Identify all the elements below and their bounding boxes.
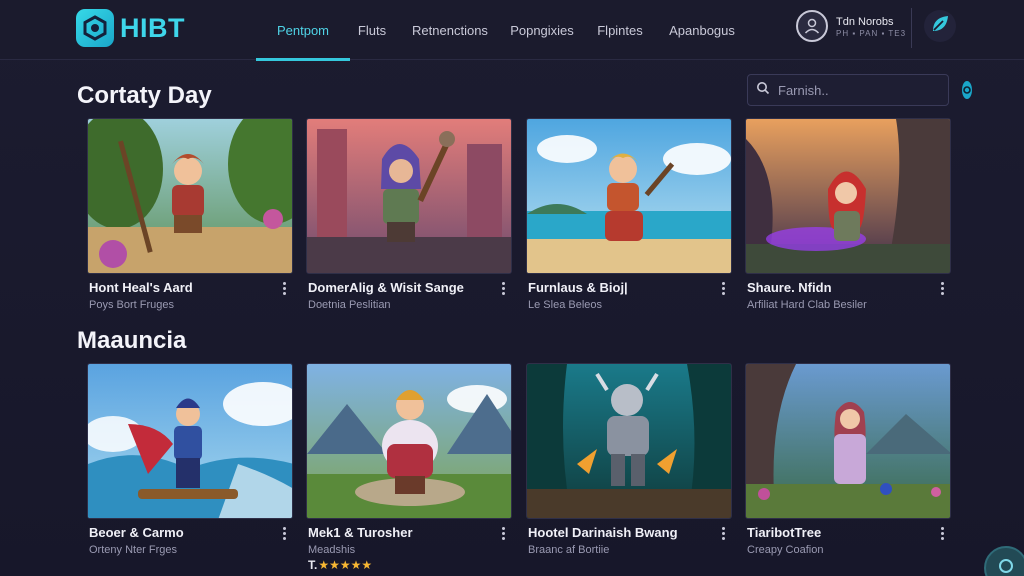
game-card[interactable]: DomerAlig & Wisit Sange Doetnia Peslitia… [306,118,512,311]
tab-fluts[interactable]: Fluts [350,0,394,60]
section-title-2: Maauncia [77,327,187,354]
user-profile[interactable]: Tdn Norobs PH ▪ PAN ▪ TE3 [796,10,906,42]
card-thumbnail[interactable] [745,363,951,519]
main-nav-tabs: Pentpom Fluts Retnenctions Popngixies Fl… [256,0,742,61]
rating-prefix: T. [308,558,318,572]
star-icons: ★★★★★ [318,558,373,572]
quick-action-button[interactable] [924,10,956,42]
tab-pentpom[interactable]: Pentpom [256,0,350,61]
card-subtitle: Le Slea Beleos [528,299,602,311]
card-title[interactable]: Hootel Darinaish Bwang [528,525,678,540]
card-thumbnail[interactable] [306,118,512,274]
top-navigation-bar: HIBT Pentpom Fluts Retnenctions Popngixi… [0,0,1024,61]
tab-retnenctions[interactable]: Retnenctions [404,0,496,60]
header-divider [911,8,912,48]
card-title[interactable]: Hont Heal's Aard [89,280,193,295]
more-vertical-icon[interactable] [496,280,510,296]
card-title[interactable]: DomerAlig & Wisit Sange [308,280,464,295]
search-input[interactable] [778,82,954,98]
brand-name: HIBT [120,12,185,43]
tab-apanbogus[interactable]: Apanbogus [662,0,742,60]
card-subtitle: Poys Bort Fruges [89,299,174,311]
circle-target-icon[interactable] [962,81,972,99]
search-bar[interactable] [747,74,972,106]
card-title[interactable]: Beoer & Carmo [89,525,184,540]
card-subtitle: Arfiliat Hard Clab Besiler [747,299,867,311]
game-card[interactable]: Mek1 & Turosher Meadshis T.★★★★★ [306,363,512,572]
more-vertical-icon[interactable] [935,280,949,296]
card-title[interactable]: Shaure. Nfidn [747,280,832,295]
more-vertical-icon[interactable] [716,525,730,541]
card-subtitle: Orteny Nter Frges [89,544,178,556]
app-root: HIBT Pentpom Fluts Retnenctions Popngixi… [0,0,1024,576]
more-vertical-icon[interactable] [935,525,949,541]
chat-icon [998,558,1014,576]
user-name: Tdn Norobs [836,15,894,28]
card-subtitle: Meadshis [308,544,356,556]
hexagon-logo-icon [76,9,114,47]
floating-action-button[interactable] [984,546,1024,576]
tab-flpintes[interactable]: Flpintes [590,0,650,60]
game-card[interactable]: Hootel Darinaish Bwang Braanc af Bortiie [526,363,732,556]
card-thumbnail[interactable] [526,118,732,274]
game-card[interactable]: Beoer & Carmo Orteny Nter Frges [87,363,293,556]
card-thumbnail[interactable] [745,118,951,274]
card-thumbnail[interactable] [306,363,512,519]
tab-popngixies[interactable]: Popngixies [502,0,582,60]
game-card[interactable]: Furnlaus & Bioj| Le Slea Beleos [526,118,732,311]
game-card[interactable]: TiaribotTree Creapy Coafion [745,363,951,556]
game-card[interactable]: Shaure. Nfidn Arfiliat Hard Clab Besiler [745,118,951,311]
game-card[interactable]: Hont Heal's Aard Poys Bort Fruges [87,118,293,311]
card-title[interactable]: Furnlaus & Bioj| [528,280,628,295]
card-thumbnail[interactable] [87,118,293,274]
more-vertical-icon[interactable] [277,280,291,296]
card-subtitle: Creapy Coafion [747,544,824,556]
search-icon [756,81,770,100]
card-subtitle: Braanc af Bortiie [528,544,610,556]
brand-logo[interactable]: HIBT [76,8,185,48]
more-vertical-icon[interactable] [277,525,291,541]
user-avatar-icon [796,10,828,42]
more-vertical-icon[interactable] [716,280,730,296]
more-vertical-icon[interactable] [496,525,510,541]
leaf-icon [929,13,951,40]
card-title[interactable]: Mek1 & Turosher [308,525,413,540]
star-rating: T.★★★★★ [308,558,372,572]
card-subtitle: Doetnia Peslitian [308,299,391,311]
card-thumbnail[interactable] [526,363,732,519]
card-thumbnail[interactable] [87,363,293,519]
card-title[interactable]: TiaribotTree [747,525,821,540]
user-subtitle: PH ▪ PAN ▪ TE3 [836,28,907,38]
section-title-1: Cortaty Day [77,82,212,109]
